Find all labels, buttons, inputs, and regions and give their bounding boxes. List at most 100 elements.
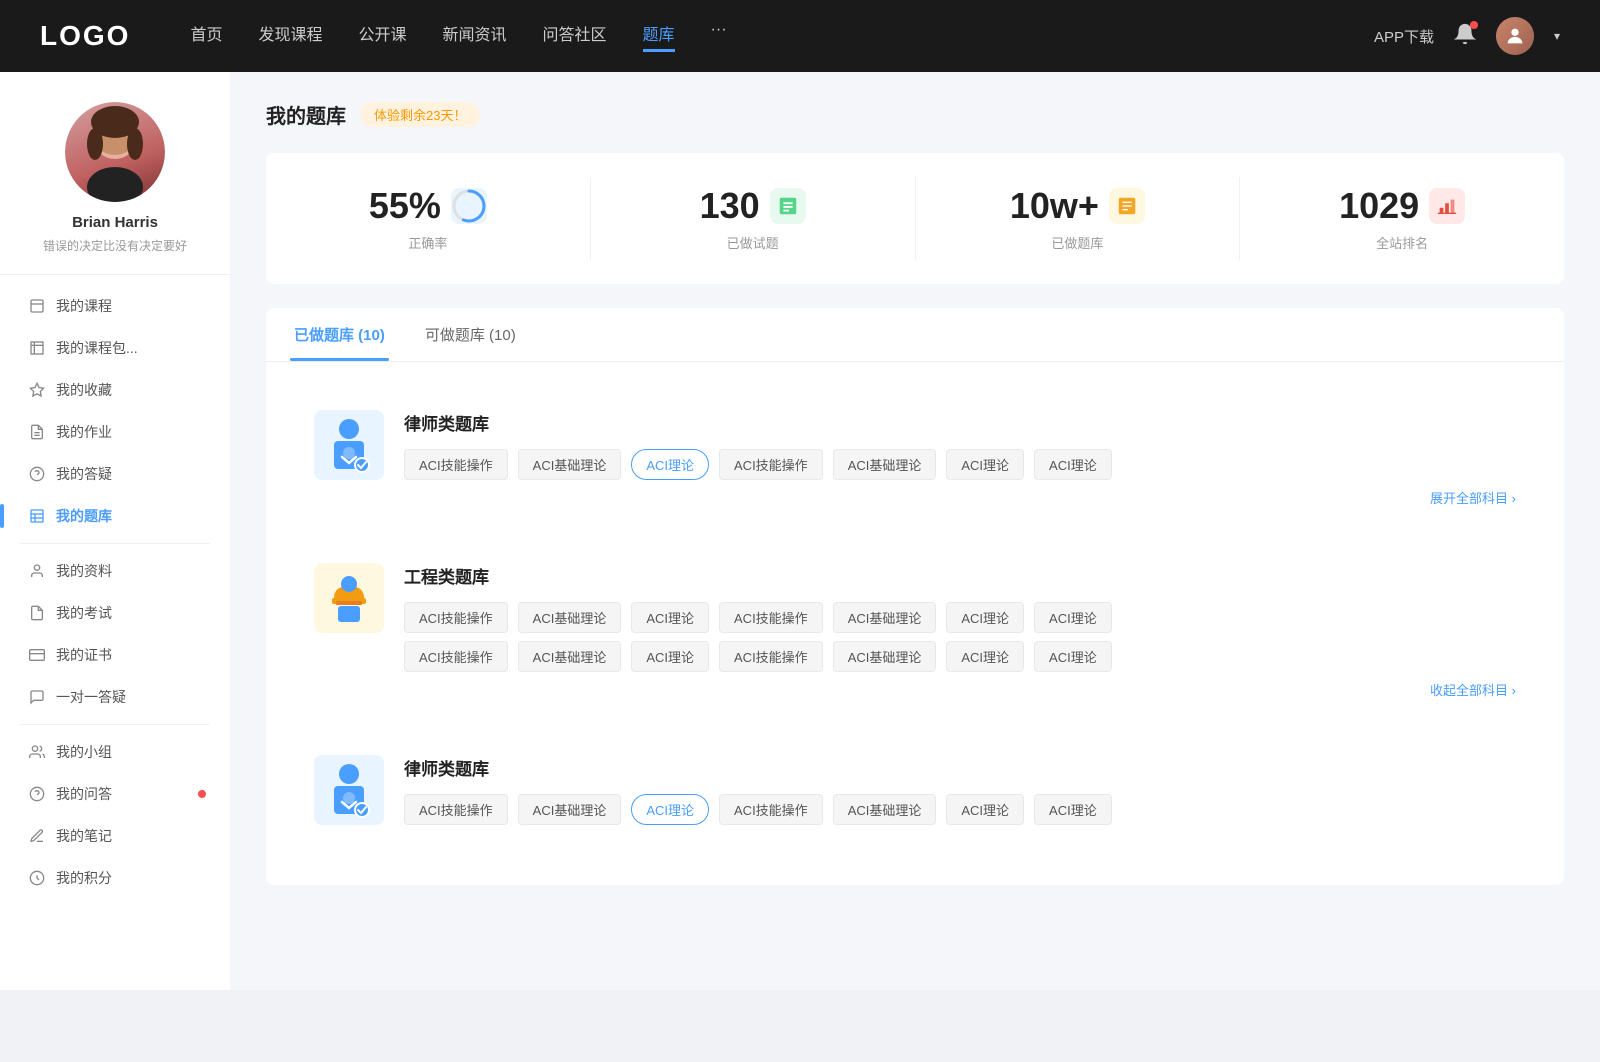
ltag2-3[interactable]: ACI理论 [631,794,709,825]
sidebar-item-mycollect[interactable]: 我的收藏 [0,369,230,411]
lawyer-svg1 [324,415,374,475]
nav-home[interactable]: 首页 [190,21,222,52]
tab-available[interactable]: 可做题库 (10) [421,308,520,361]
mycert-label: 我的证书 [56,645,112,665]
sidebar-item-mypoints[interactable]: 我的积分 [0,857,230,899]
trial-badge: 体验剩余23天！ [360,102,480,127]
menu-separator [20,543,210,544]
stat-accuracy-label: 正确率 [408,233,447,252]
app-download[interactable]: APP下载 [1374,26,1434,47]
ltag2-1[interactable]: ACI技能操作 [404,794,508,825]
myprofile-icon [28,562,46,580]
sidebar-item-homework[interactable]: 我的作业 [0,411,230,453]
mypackage-icon [28,339,46,357]
mygroup-label: 我的小组 [56,742,112,762]
etag-14[interactable]: ACI理论 [1034,641,1112,672]
etag-4[interactable]: ACI技能操作 [719,602,823,633]
stat-rank-value: 1029 [1339,185,1419,227]
myqbank-label: 我的题库 [56,506,112,526]
sidebar-item-myqbank[interactable]: 我的题库 [0,495,230,537]
nav-qa[interactable]: 问答社区 [543,21,607,52]
etag-6[interactable]: ACI理论 [946,602,1024,633]
qbank-name-lawyer1: 律师类题库 [404,410,1516,435]
homework-label: 我的作业 [56,422,112,442]
sidebar-item-myexam[interactable]: 我的考试 [0,592,230,634]
sidebar-item-myqa[interactable]: 我的答疑 [0,453,230,495]
myqa-label: 我的答疑 [56,464,112,484]
etag-9[interactable]: ACI基础理论 [518,641,622,672]
qbank-section-lawyer2: 律师类题库 ACI技能操作 ACI基础理论 ACI理论 ACI技能操作 ACI基… [290,735,1540,853]
lawyer-icon-wrap2 [314,755,384,825]
notification-bell[interactable] [1454,23,1476,50]
sidebar-item-mygroup[interactable]: 我的小组 [0,731,230,773]
nav-news[interactable]: 新闻资讯 [443,21,507,52]
etag-8[interactable]: ACI技能操作 [404,641,508,672]
etag-5[interactable]: ACI基础理论 [833,602,937,633]
ltag2-2[interactable]: ACI基础理论 [518,794,622,825]
sidebar-item-myprofile[interactable]: 我的资料 [0,550,230,592]
expand-btn-lawyer1[interactable]: 展开全部科目 › [404,488,1516,507]
mypoints-icon [28,869,46,887]
qbank-header-lawyer2: 律师类题库 ACI技能操作 ACI基础理论 ACI理论 ACI技能操作 ACI基… [314,755,1516,833]
tag-2[interactable]: ACI基础理论 [518,449,622,480]
ltag2-7[interactable]: ACI理论 [1034,794,1112,825]
nav-more[interactable]: ··· [711,21,727,52]
sidebar-item-mycourse[interactable]: 我的课程 [0,285,230,327]
sidebar-item-mypackage[interactable]: 我的课程包... [0,327,230,369]
sidebar-item-mycert[interactable]: 我的证书 [0,634,230,676]
mycert-icon [28,646,46,664]
sidebar-item-oneone[interactable]: 一对一答疑 [0,676,230,718]
stat-accuracy-value: 55% [369,185,441,227]
tag-7[interactable]: ACI理论 [1034,449,1112,480]
tabs-row: 已做题库 (10) 可做题库 (10) [266,308,1564,362]
page-header: 我的题库 体验剩余23天！ [266,100,1564,129]
ltag2-6[interactable]: ACI理论 [946,794,1024,825]
tag-5[interactable]: ACI基础理论 [833,449,937,480]
etag-10[interactable]: ACI理论 [631,641,709,672]
book-icon [1116,195,1138,217]
collapse-btn-engineer[interactable]: 收起全部科目 › [404,680,1516,699]
tag-3[interactable]: ACI理论 [631,449,709,480]
nav-open[interactable]: 公开课 [358,21,406,52]
ltag2-5[interactable]: ACI基础理论 [833,794,937,825]
etag-13[interactable]: ACI理论 [946,641,1024,672]
lawyer-icon-wrap1 [314,410,384,480]
etag-2[interactable]: ACI基础理论 [518,602,622,633]
qbank-list: 律师类题库 ACI技能操作 ACI基础理论 ACI理论 ACI技能操作 ACI基… [266,382,1564,853]
etag-12[interactable]: ACI基础理论 [833,641,937,672]
mycourse-label: 我的课程 [56,296,112,316]
page-container: Brian Harris 错误的决定比没有决定要好 我的课程 我的课程包... [0,72,1600,990]
stat-doneb-top: 10w+ [1010,185,1145,227]
avatar[interactable] [1496,17,1534,55]
etag-3[interactable]: ACI理论 [631,602,709,633]
user-chevron[interactable]: ▾ [1554,29,1560,43]
ltag2-4[interactable]: ACI技能操作 [719,794,823,825]
sidebar-item-mynotes[interactable]: 我的笔记 [0,815,230,857]
etag-7[interactable]: ACI理论 [1034,602,1112,633]
tag-1[interactable]: ACI技能操作 [404,449,508,480]
stat-doneq-top: 130 [700,185,806,227]
navbar: LOGO 首页 发现课程 公开课 新闻资讯 问答社区 题库 ··· APP下载 … [0,0,1600,72]
mycollect-label: 我的收藏 [56,380,112,400]
etag-11[interactable]: ACI技能操作 [719,641,823,672]
stats-row: 55% 正确率 130 [266,153,1564,284]
mynotes-icon [28,827,46,845]
tab-done[interactable]: 已做题库 (10) [290,308,389,361]
nav-discover[interactable]: 发现课程 [258,21,322,52]
doneb-icon [1109,188,1145,224]
stat-accuracy: 55% 正确率 [266,177,591,260]
tags-row-engineer2: ACI技能操作 ACI基础理论 ACI理论 ACI技能操作 ACI基础理论 AC… [404,641,1516,672]
sidebar-item-myquestion[interactable]: 我的问答 [0,773,230,815]
stat-doneb-value: 10w+ [1010,185,1099,227]
main-content: 我的题库 体验剩余23天！ 55% 正确率 13 [230,72,1600,990]
tag-4[interactable]: ACI技能操作 [719,449,823,480]
user-motto: 错误的决定比没有决定要好 [43,237,187,254]
rank-icon [1429,188,1465,224]
tag-6[interactable]: ACI理论 [946,449,1024,480]
oneone-label: 一对一答疑 [56,687,126,707]
nav-qbank[interactable]: 题库 [643,21,675,52]
etag-1[interactable]: ACI技能操作 [404,602,508,633]
doneq-icon [770,188,806,224]
tags-row-lawyer1: ACI技能操作 ACI基础理论 ACI理论 ACI技能操作 ACI基础理论 AC… [404,449,1516,480]
stat-rank-label: 全站排名 [1376,233,1428,252]
